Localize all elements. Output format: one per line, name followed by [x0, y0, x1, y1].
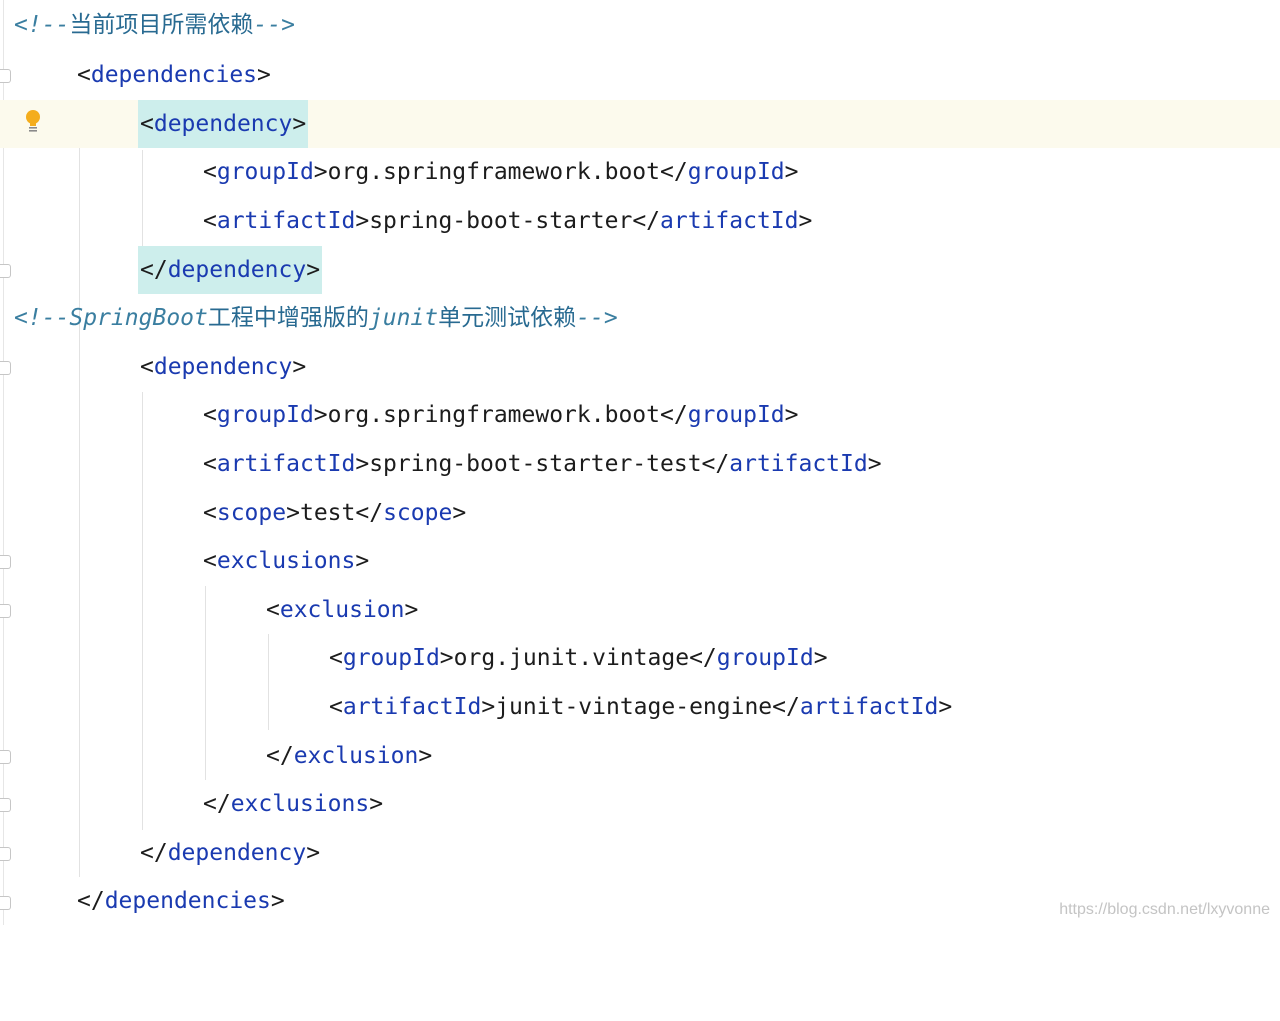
code-line[interactable]: </exclusion>: [0, 732, 1280, 780]
xml-open-tag: <dependency>: [140, 354, 307, 380]
code-editor[interactable]: <!--当前项目所需依赖--> <dependencies> <dependen…: [0, 0, 1280, 925]
xml-element: <artifactId>spring-boot-starter-test</ar…: [203, 451, 882, 477]
xml-close-tag-highlighted: </dependency>: [138, 246, 323, 294]
xml-close-tag: </exclusions>: [203, 791, 384, 817]
code-line[interactable]: <!--当前项目所需依赖-->: [0, 1, 1280, 49]
lightbulb-icon[interactable]: [24, 109, 42, 135]
xml-close-tag: </exclusion>: [266, 743, 433, 769]
code-line[interactable]: <exclusions>: [0, 537, 1280, 585]
code-line[interactable]: <!--SpringBoot工程中增强版的junit单元测试依赖-->: [0, 294, 1280, 342]
code-line[interactable]: <artifactId>spring-boot-starter-test</ar…: [0, 440, 1280, 488]
code-line[interactable]: <groupId>org.junit.vintage</groupId>: [0, 634, 1280, 682]
xml-element: <groupId>org.springframework.boot</group…: [203, 402, 799, 428]
code-line[interactable]: <groupId>org.springframework.boot</group…: [0, 148, 1280, 196]
code-line[interactable]: <exclusion>: [0, 586, 1280, 634]
code-line[interactable]: <artifactId>spring-boot-starter</artifac…: [0, 197, 1280, 245]
xml-element: <artifactId>spring-boot-starter</artifac…: [203, 208, 813, 234]
xml-element: <groupId>org.springframework.boot</group…: [203, 159, 799, 185]
xml-open-tag: <exclusion>: [266, 597, 419, 623]
xml-open-tag: <dependencies>: [77, 62, 271, 88]
xml-close-tag: </dependency>: [140, 840, 321, 866]
xml-close-tag: </dependencies>: [77, 888, 285, 914]
xml-element: <artifactId>junit-vintage-engine</artifa…: [329, 694, 953, 720]
code-line-current[interactable]: <dependency>: [0, 100, 1280, 148]
xml-comment: <!--当前项目所需依赖-->: [14, 12, 295, 38]
code-line[interactable]: <scope>test</scope>: [0, 489, 1280, 537]
code-line[interactable]: <artifactId>junit-vintage-engine</artifa…: [0, 683, 1280, 731]
code-line[interactable]: </exclusions>: [0, 780, 1280, 828]
code-line[interactable]: </dependency>: [0, 246, 1280, 294]
code-line[interactable]: </dependency>: [0, 829, 1280, 877]
code-line[interactable]: <dependencies>: [0, 51, 1280, 99]
xml-element: <groupId>org.junit.vintage</groupId>: [329, 645, 828, 671]
xml-open-tag: <exclusions>: [203, 548, 370, 574]
xml-open-tag-highlighted: <dependency>: [138, 100, 309, 148]
xml-comment: <!--SpringBoot工程中增强版的junit单元测试依赖-->: [14, 305, 618, 331]
watermark: https://blog.csdn.net/lxyvonne: [1059, 901, 1270, 918]
code-line[interactable]: <dependency>: [0, 343, 1280, 391]
code-line[interactable]: <groupId>org.springframework.boot</group…: [0, 391, 1280, 439]
xml-element: <scope>test</scope>: [203, 500, 467, 526]
